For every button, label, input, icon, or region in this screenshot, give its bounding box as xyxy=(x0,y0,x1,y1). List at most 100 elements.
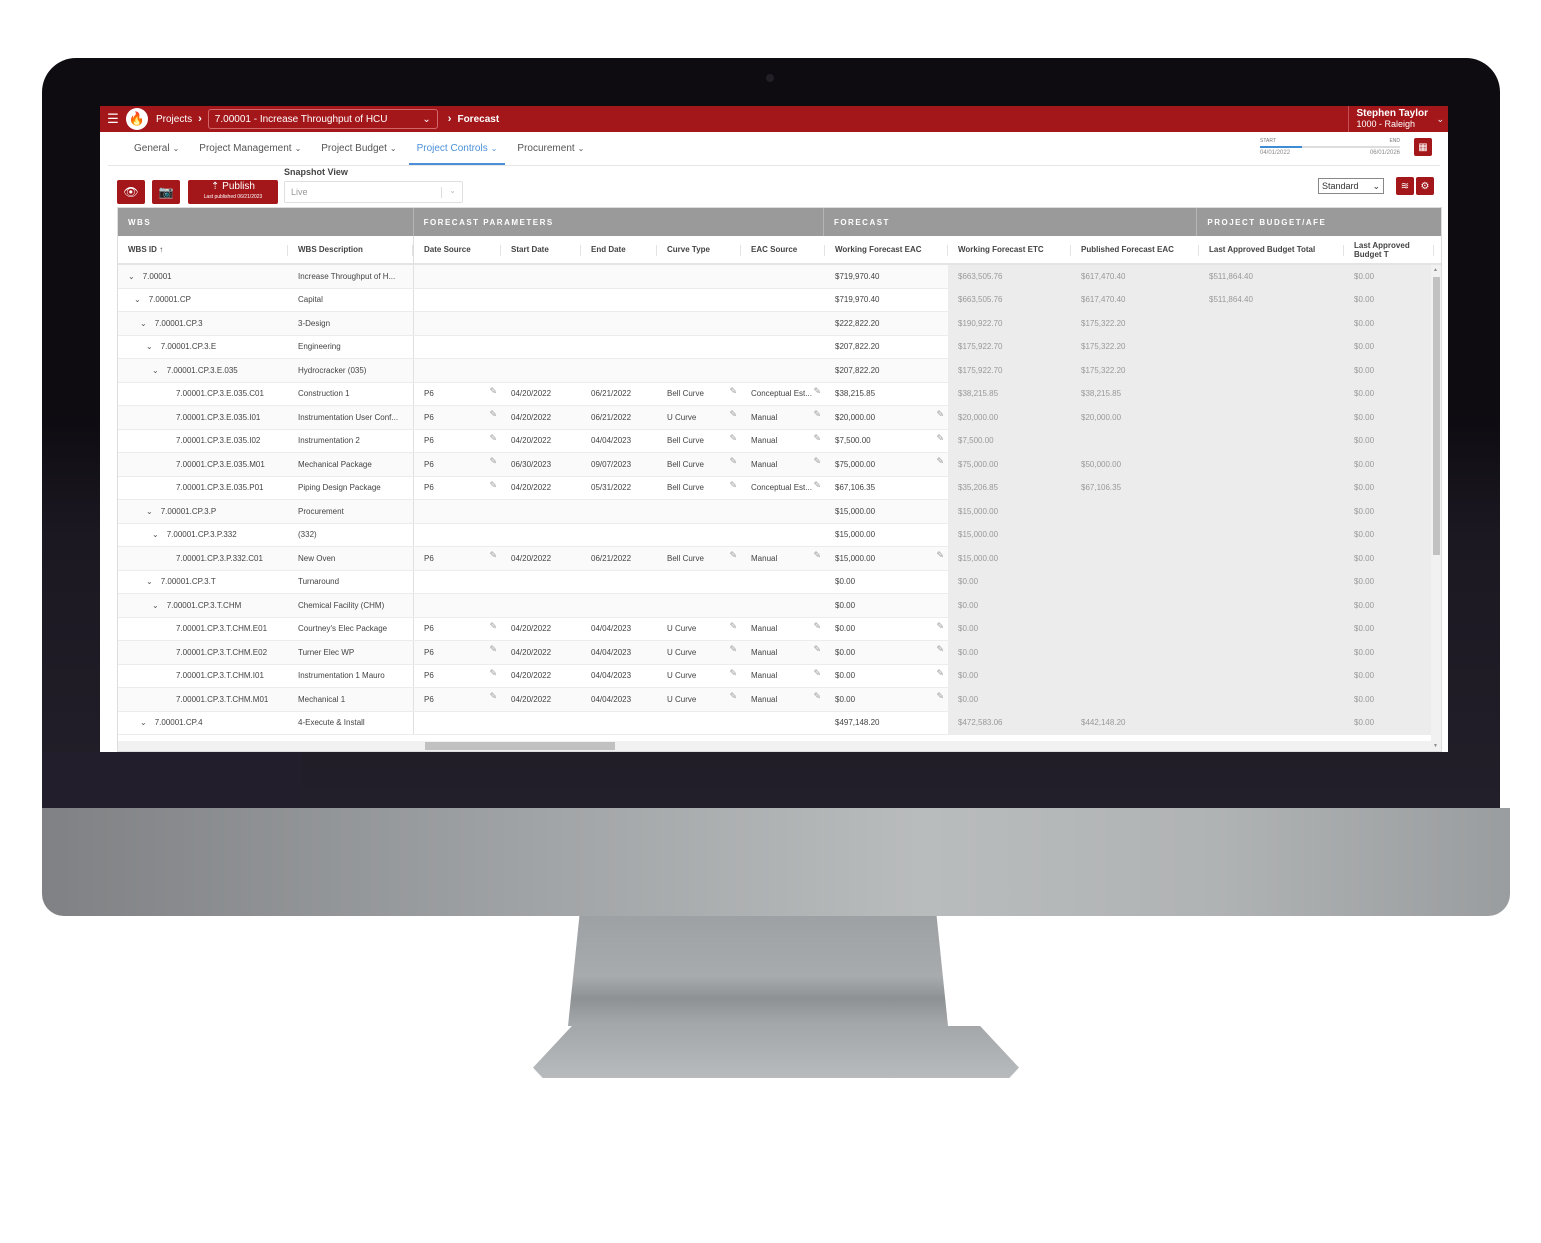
cell-working-forecast-eac[interactable]: $0.00 ✎ xyxy=(825,641,948,664)
pencil-icon[interactable]: ✎ xyxy=(729,691,737,702)
cell-date-source[interactable]: P6 ✎ xyxy=(414,641,501,664)
cell-working-forecast-eac[interactable]: $0.00 ✎ xyxy=(825,618,948,641)
expand-chevron-icon[interactable]: ⌄ xyxy=(152,366,159,375)
cell-eac-source[interactable]: Manual ✎ xyxy=(741,453,825,476)
cell-eac-source[interactable]: Manual ✎ xyxy=(741,665,825,688)
cell-eac-source[interactable]: Manual ✎ xyxy=(741,547,825,570)
expand-chevron-icon[interactable]: ⌄ xyxy=(146,342,153,351)
pencil-icon[interactable]: ✎ xyxy=(489,409,497,420)
expand-chevron-icon[interactable]: ⌄ xyxy=(134,295,141,304)
pencil-icon[interactable]: ✎ xyxy=(936,433,944,444)
cell-date-source[interactable]: P6 ✎ xyxy=(414,406,501,429)
cell-date-source[interactable]: P6 ✎ xyxy=(414,477,501,500)
grid-view-select[interactable]: Standard ⌄ xyxy=(1318,178,1384,194)
expand-chevron-icon[interactable]: ⌄ xyxy=(146,577,153,586)
pencil-icon[interactable]: ✎ xyxy=(489,550,497,561)
table-row[interactable]: 7.00001.CP.3.T.CHM.M01 Mechanical 1 P6 ✎ 04/… xyxy=(118,688,1441,712)
expand-chevron-icon[interactable]: ⌄ xyxy=(152,530,159,539)
cell-curve-type[interactable]: Bell Curve ✎ xyxy=(657,430,741,453)
col-start-date[interactable]: Start Date xyxy=(501,236,581,263)
pencil-icon[interactable]: ✎ xyxy=(489,433,497,444)
user-menu[interactable]: Stephen Taylor 1000 - Raleigh ⌄ xyxy=(1347,106,1449,132)
pencil-icon[interactable]: ✎ xyxy=(489,480,497,491)
table-row[interactable]: ⌄ 7.00001.CP Capital $719,970.40 $663,505.76… xyxy=(118,288,1441,312)
expand-chevron-icon[interactable]: ⌄ xyxy=(128,272,135,281)
cell-working-forecast-eac[interactable]: $0.00 ✎ xyxy=(825,665,948,688)
table-row[interactable]: ⌄ 7.00001.CP.3.E Engineering $207,822.20 $17… xyxy=(118,335,1441,359)
cell-eac-source[interactable]: Manual ✎ xyxy=(741,430,825,453)
col-curve-type[interactable]: Curve Type xyxy=(657,236,741,263)
pencil-icon[interactable]: ✎ xyxy=(813,433,821,444)
table-row[interactable]: 7.00001.CP.3.E.035.I02 Instrumentation 2 P… xyxy=(118,429,1441,453)
pencil-icon[interactable]: ✎ xyxy=(936,644,944,655)
col-eac-source[interactable]: EAC Source xyxy=(741,236,825,263)
table-row[interactable]: 7.00001.CP.3.E.035.C01 Construction 1 P6 ✎ 0… xyxy=(118,382,1441,406)
cell-date-source[interactable]: P6 ✎ xyxy=(414,618,501,641)
table-row[interactable]: 7.00001.CP.3.E.035.M01 Mechanical Package… xyxy=(118,453,1441,477)
nav-project-controls[interactable]: Project Controls ⌄ xyxy=(408,143,506,165)
pencil-icon[interactable]: ✎ xyxy=(813,480,821,491)
horizontal-scrollbar[interactable] xyxy=(415,741,1433,751)
scroll-down-icon[interactable]: ▼ xyxy=(1433,743,1438,749)
snapshot-button[interactable]: 📷 xyxy=(152,180,180,204)
pencil-icon[interactable]: ✎ xyxy=(729,621,737,632)
pencil-icon[interactable]: ✎ xyxy=(729,456,737,467)
cell-curve-type[interactable]: Bell Curve ✎ xyxy=(657,453,741,476)
cell-curve-type[interactable]: U Curve ✎ xyxy=(657,688,741,711)
pencil-icon[interactable]: ✎ xyxy=(813,621,821,632)
pencil-icon[interactable]: ✎ xyxy=(729,409,737,420)
cell-curve-type[interactable]: Bell Curve ✎ xyxy=(657,477,741,500)
col-last-approved-budget-t[interactable]: Last Approved Budget T xyxy=(1344,236,1434,263)
cell-eac-source[interactable]: Manual ✎ xyxy=(741,406,825,429)
snapshot-view-select[interactable]: Live ⌄ xyxy=(284,181,463,203)
cell-date-source[interactable]: P6 ✎ xyxy=(414,383,501,406)
scroll-up-icon[interactable]: ▲ xyxy=(1433,267,1438,273)
publish-button[interactable]: ⇡ Publish Last published 06/21/2023 xyxy=(188,180,278,204)
settings-button[interactable]: ⚙ xyxy=(1416,177,1434,195)
pencil-icon[interactable]: ✎ xyxy=(936,668,944,679)
project-select[interactable]: 7.00001 - Increase Throughput of HCU ⌄ xyxy=(207,109,438,129)
pencil-icon[interactable]: ✎ xyxy=(936,456,944,467)
cell-eac-source[interactable]: Conceptual Est... ✎ xyxy=(741,383,825,406)
cell-date-source[interactable]: P6 ✎ xyxy=(414,688,501,711)
cell-curve-type[interactable]: U Curve ✎ xyxy=(657,665,741,688)
col-wbs-id[interactable]: WBS ID ↑ xyxy=(118,236,288,263)
pencil-icon[interactable]: ✎ xyxy=(813,550,821,561)
pencil-icon[interactable]: ✎ xyxy=(936,621,944,632)
cell-eac-source[interactable]: Manual ✎ xyxy=(741,641,825,664)
pencil-icon[interactable]: ✎ xyxy=(489,668,497,679)
pencil-icon[interactable]: ✎ xyxy=(936,691,944,702)
cell-curve-type[interactable]: U Curve ✎ xyxy=(657,641,741,664)
col-wbs-description[interactable]: WBS Description xyxy=(288,236,414,263)
col-end-date[interactable]: End Date xyxy=(581,236,657,263)
clear-filters-button[interactable]: ≋ xyxy=(1396,177,1414,195)
pencil-icon[interactable]: ✎ xyxy=(813,409,821,420)
nav-project-budget[interactable]: Project Budget ⌄ xyxy=(313,143,404,165)
cell-eac-source[interactable]: Conceptual Est... ✎ xyxy=(741,477,825,500)
cell-eac-source[interactable]: Manual ✎ xyxy=(741,618,825,641)
cell-working-forecast-eac[interactable]: $15,000.00 ✎ xyxy=(825,547,948,570)
nav-procurement[interactable]: Procurement ⌄ xyxy=(509,143,592,165)
cell-working-forecast-eac[interactable]: $20,000.00 ✎ xyxy=(825,406,948,429)
pinned-horizontal-scrollbar[interactable] xyxy=(118,741,415,751)
cell-working-forecast-eac[interactable]: $7,500.00 ✎ xyxy=(825,430,948,453)
col-last-approved-budget-total[interactable]: Last Approved Budget Total xyxy=(1199,236,1344,263)
pencil-icon[interactable]: ✎ xyxy=(489,644,497,655)
cell-date-source[interactable]: P6 ✎ xyxy=(414,547,501,570)
pencil-icon[interactable]: ✎ xyxy=(729,386,737,397)
table-row[interactable]: 7.00001.CP.3.T.CHM.I01 Instrumentation 1 … xyxy=(118,664,1441,688)
col-working-forecast-eac[interactable]: Working Forecast EAC xyxy=(825,236,948,263)
expand-chevron-icon[interactable]: ⌄ xyxy=(140,319,147,328)
expand-chevron-icon[interactable]: ⌄ xyxy=(146,507,153,516)
cell-working-forecast-eac[interactable]: $0.00 ✎ xyxy=(825,688,948,711)
cell-curve-type[interactable]: Bell Curve ✎ xyxy=(657,383,741,406)
table-row[interactable]: ⌄ 7.00001.CP.3.T Turnaround $0.00 $0.00 $0.00 xyxy=(118,570,1441,594)
vertical-scrollbar[interactable]: ▲ ▼ xyxy=(1431,265,1441,751)
table-row[interactable]: 7.00001.CP.3.T.CHM.E02 Turner Elec WP P6 ✎ 0… xyxy=(118,641,1441,665)
table-row[interactable]: 7.00001.CP.3.E.035.P01 Piping Design Pack… xyxy=(118,476,1441,500)
nav-general[interactable]: General ⌄ xyxy=(126,143,187,165)
table-row[interactable]: 7.00001.CP.3.T.CHM.E01 Courtney's Elec Pa… xyxy=(118,617,1441,641)
pencil-icon[interactable]: ✎ xyxy=(813,644,821,655)
pencil-icon[interactable]: ✎ xyxy=(813,691,821,702)
nav-project-management[interactable]: Project Management ⌄ xyxy=(191,143,309,165)
